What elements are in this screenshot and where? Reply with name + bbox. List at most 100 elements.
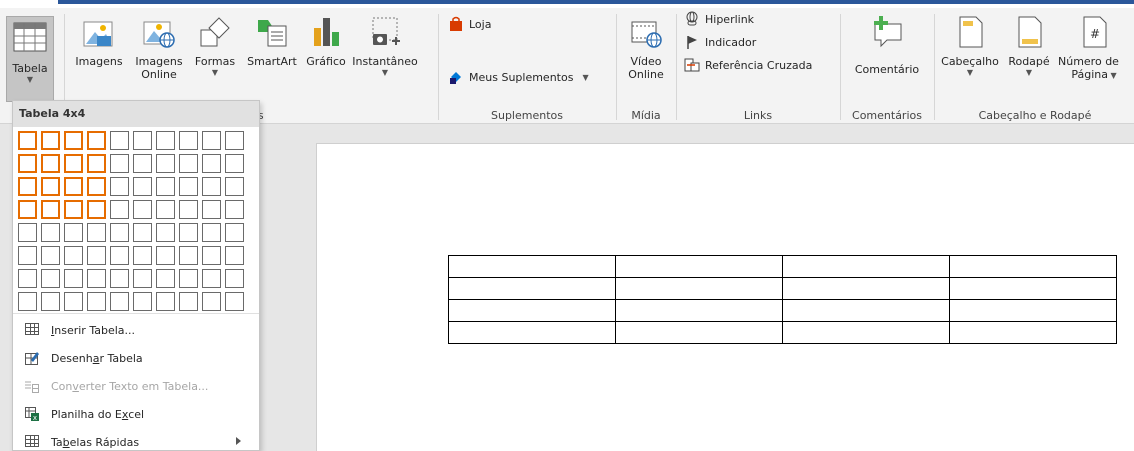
screenshot-button[interactable]: Instantâneo ▼: [351, 14, 419, 78]
grid-cell[interactable]: [225, 154, 244, 173]
chart-button[interactable]: Gráfico: [304, 14, 348, 68]
grid-cell[interactable]: [110, 200, 129, 219]
grid-cell[interactable]: [179, 200, 198, 219]
table-cell[interactable]: [448, 255, 616, 278]
grid-cell[interactable]: [87, 223, 106, 242]
grid-cell[interactable]: [64, 292, 83, 311]
table-cell[interactable]: [949, 299, 1117, 322]
grid-cell[interactable]: [202, 200, 221, 219]
grid-cell[interactable]: [156, 154, 175, 173]
grid-cell[interactable]: [133, 269, 152, 288]
grid-cell[interactable]: [18, 269, 37, 288]
table-cell[interactable]: [615, 299, 783, 322]
grid-cell[interactable]: [179, 246, 198, 265]
grid-cell[interactable]: [18, 131, 37, 150]
grid-cell[interactable]: [156, 223, 175, 242]
grid-cell[interactable]: [225, 177, 244, 196]
table-cell[interactable]: [782, 321, 950, 344]
table-cell[interactable]: [615, 255, 783, 278]
table-cell[interactable]: [782, 255, 950, 278]
table-cell[interactable]: [949, 255, 1117, 278]
grid-cell[interactable]: [202, 154, 221, 173]
grid-cell[interactable]: [225, 292, 244, 311]
table-cell[interactable]: [615, 277, 783, 300]
grid-cell[interactable]: [202, 131, 221, 150]
menu-item-pencil-table[interactable]: Desenhar Tabela: [13, 344, 259, 372]
pictures-button[interactable]: Imagens: [70, 14, 128, 68]
store-button[interactable]: Loja: [448, 14, 491, 34]
grid-cell[interactable]: [179, 269, 198, 288]
grid-cell[interactable]: [87, 269, 106, 288]
grid-cell[interactable]: [133, 131, 152, 150]
grid-cell[interactable]: [133, 200, 152, 219]
grid-cell[interactable]: [133, 292, 152, 311]
grid-cell[interactable]: [202, 246, 221, 265]
grid-cell[interactable]: [110, 154, 129, 173]
grid-cell[interactable]: [41, 223, 60, 242]
table-button[interactable]: Tabela ▼: [6, 16, 54, 102]
grid-cell[interactable]: [110, 246, 129, 265]
smartart-button[interactable]: SmartArt: [243, 14, 301, 68]
grid-cell[interactable]: [179, 177, 198, 196]
table-cell[interactable]: [615, 321, 783, 344]
grid-cell[interactable]: [225, 131, 244, 150]
footer-button[interactable]: Rodapé ▼: [1004, 14, 1054, 78]
grid-cell[interactable]: [41, 200, 60, 219]
grid-cell[interactable]: [41, 154, 60, 173]
grid-cell[interactable]: [179, 154, 198, 173]
grid-cell[interactable]: [110, 177, 129, 196]
grid-cell[interactable]: [156, 177, 175, 196]
grid-cell[interactable]: [133, 223, 152, 242]
grid-cell[interactable]: [18, 223, 37, 242]
cross-reference-button[interactable]: Referência Cruzada: [684, 55, 812, 75]
grid-cell[interactable]: [64, 269, 83, 288]
grid-cell[interactable]: [156, 269, 175, 288]
grid-cell[interactable]: [41, 246, 60, 265]
grid-cell[interactable]: [18, 177, 37, 196]
grid-cell[interactable]: [225, 200, 244, 219]
grid-cell[interactable]: [64, 177, 83, 196]
menu-item-quick-tables[interactable]: Tabelas Rápidas: [13, 428, 259, 451]
table-cell[interactable]: [448, 321, 616, 344]
bookmark-button[interactable]: Indicador: [684, 32, 756, 52]
grid-cell[interactable]: [202, 223, 221, 242]
grid-cell[interactable]: [87, 154, 106, 173]
grid-cell[interactable]: [156, 246, 175, 265]
grid-cell[interactable]: [110, 131, 129, 150]
online-video-button[interactable]: Vídeo Online: [622, 14, 670, 81]
grid-cell[interactable]: [64, 246, 83, 265]
grid-cell[interactable]: [202, 269, 221, 288]
grid-cell[interactable]: [110, 269, 129, 288]
table-cell[interactable]: [448, 277, 616, 300]
hyperlink-button[interactable]: Hiperlink: [684, 9, 754, 29]
document-table[interactable]: [448, 255, 1117, 344]
grid-cell[interactable]: [179, 131, 198, 150]
menu-item-excel[interactable]: x Planilha do Excel: [13, 400, 259, 428]
grid-cell[interactable]: [133, 246, 152, 265]
grid-cell[interactable]: [18, 292, 37, 311]
grid-cell[interactable]: [41, 292, 60, 311]
grid-cell[interactable]: [18, 246, 37, 265]
table-cell[interactable]: [448, 299, 616, 322]
grid-cell[interactable]: [156, 292, 175, 311]
grid-cell[interactable]: [41, 131, 60, 150]
grid-cell[interactable]: [156, 131, 175, 150]
grid-cell[interactable]: [87, 177, 106, 196]
table-cell[interactable]: [949, 277, 1117, 300]
page-number-button[interactable]: # Número de Página ▼: [1056, 14, 1132, 82]
grid-cell[interactable]: [133, 154, 152, 173]
table-cell[interactable]: [949, 321, 1117, 344]
grid-cell[interactable]: [64, 154, 83, 173]
header-button[interactable]: Cabeçalho ▼: [938, 14, 1002, 78]
grid-cell[interactable]: [179, 223, 198, 242]
grid-cell[interactable]: [87, 131, 106, 150]
table-cell[interactable]: [782, 277, 950, 300]
grid-cell[interactable]: [64, 223, 83, 242]
grid-cell[interactable]: [225, 223, 244, 242]
grid-cell[interactable]: [87, 292, 106, 311]
online-pictures-button[interactable]: Imagens Online: [129, 14, 189, 81]
table-cell[interactable]: [782, 299, 950, 322]
shapes-button[interactable]: Formas ▼: [191, 14, 239, 78]
grid-cell[interactable]: [64, 131, 83, 150]
grid-cell[interactable]: [87, 246, 106, 265]
